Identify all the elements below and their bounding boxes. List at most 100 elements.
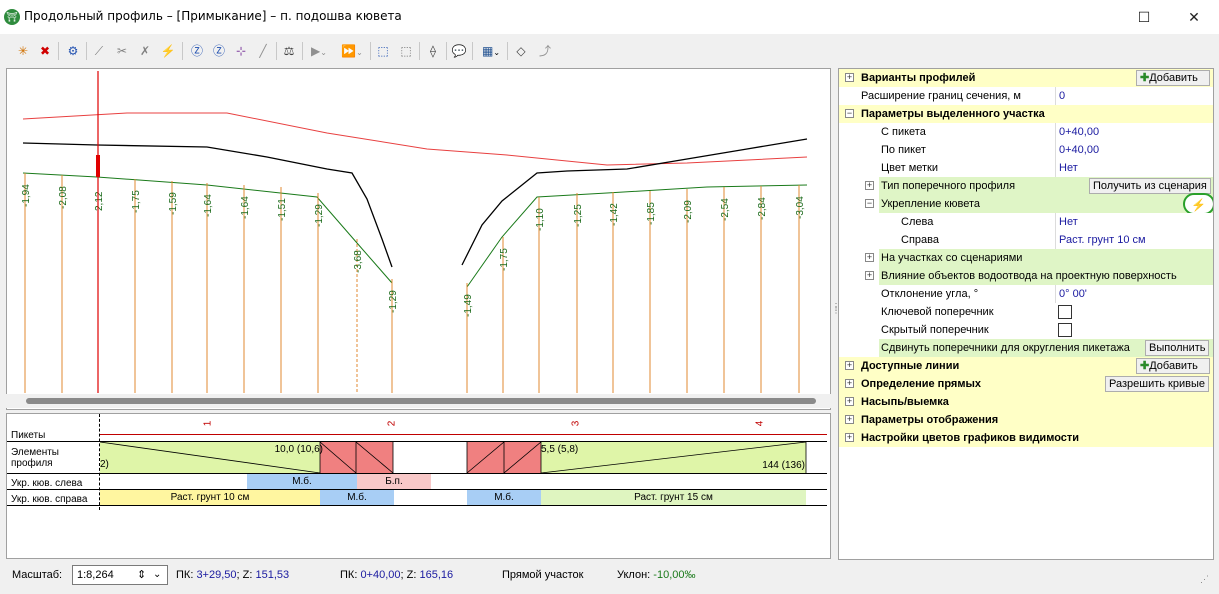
expand-icon[interactable]: +: [845, 433, 854, 442]
delete-point-button[interactable]: ✖: [36, 42, 54, 60]
delete-line-button[interactable]: ✗: [136, 42, 154, 60]
expand-icon[interactable]: +: [845, 397, 854, 406]
toolbar-separator: [182, 42, 183, 60]
prop-row-right[interactable]: Справа Раст. грунт 10 см: [839, 231, 1213, 249]
prop-row-ditch-reinforcement[interactable]: − Укрепление кювета ⚡: [839, 193, 1213, 215]
prop-row-section-expand[interactable]: Расширение границ сечения, м 0: [839, 87, 1213, 105]
profile-table[interactable]: Пикеты Элементы профиля Укр. кюв. слева …: [6, 413, 831, 559]
comment-button[interactable]: 💬: [450, 42, 468, 60]
prop-row-display-params[interactable]: + Параметры отображения: [839, 411, 1213, 429]
prop-row-profile-variants[interactable]: + Варианты профилей ✚Добавить: [839, 69, 1213, 87]
play-multi-button[interactable]: ⏩⌄: [337, 42, 367, 60]
prop-row-selected-params[interactable]: − Параметры выделенного участка: [839, 105, 1213, 123]
curve-button[interactable]: ⤴: [536, 42, 554, 60]
prop-row-visibility-colors[interactable]: + Настройки цветов графиков видимости: [839, 429, 1213, 447]
prop-value[interactable]: Нет: [1055, 159, 1213, 177]
vertex-z-icon: Ⓩ: [190, 44, 203, 58]
cut-line-button[interactable]: ✂: [113, 42, 131, 60]
key-cross-checkbox[interactable]: [1058, 305, 1072, 319]
prop-row-scenario-sections[interactable]: + На участках со сценариями: [839, 249, 1213, 267]
expand-icon[interactable]: +: [845, 361, 854, 370]
prop-row-straight-definition[interactable]: + Определение прямых Разрешить кривые: [839, 375, 1213, 393]
expand-icon[interactable]: +: [845, 73, 854, 82]
prop-value[interactable]: 0° 00': [1055, 285, 1213, 303]
resize-grip[interactable]: ⋰: [1200, 574, 1209, 585]
cursor-marker: [96, 155, 100, 177]
expand-icon[interactable]: +: [845, 379, 854, 388]
execute-button[interactable]: Выполнить: [1145, 340, 1210, 356]
right-ditch-segment[interactable]: Раст. грунт 15 см: [541, 490, 806, 505]
prop-row-available-lines[interactable]: + Доступные линии ✚Добавить: [839, 357, 1213, 375]
scale-combobox[interactable]: 1:8,264 ⇕ ⌄: [72, 565, 168, 585]
node-edit-button[interactable]: ⊹: [232, 42, 250, 60]
pen-button[interactable]: ╱: [254, 42, 272, 60]
prop-row-left[interactable]: Слева Нет: [839, 213, 1213, 231]
prop-row-drainage-influence[interactable]: + Влияние объектов водоотвода на проектн…: [839, 267, 1213, 285]
vertex-z-button[interactable]: Ⓩ: [188, 42, 206, 60]
line-tool-button[interactable]: ⟋: [90, 42, 108, 60]
prop-value[interactable]: 0+40,00: [1055, 123, 1213, 141]
left-ditch-segment[interactable]: М.б.: [247, 474, 357, 489]
right-ditch-segment[interactable]: М.б.: [467, 490, 541, 505]
prop-row-from-picket[interactable]: С пикета 0+40,00: [839, 123, 1213, 141]
spin-icon[interactable]: ⇕: [137, 566, 146, 584]
profile-canvas[interactable]: -1,94 -2,08 2,12 -1,75 -1,59 -1,64 -1,64 -1,51 -…: [6, 68, 831, 410]
prop-row-hidden-cross[interactable]: Скрытый поперечник: [839, 321, 1213, 339]
expand-icon[interactable]: +: [845, 415, 854, 424]
profile-settings-button[interactable]: ⚙: [64, 42, 82, 60]
expand-icon[interactable]: +: [865, 253, 874, 262]
export-button[interactable]: ▦⌄: [477, 42, 505, 60]
add-variant-button[interactable]: ✚Добавить: [1136, 70, 1210, 86]
lightning-icon: ⚡: [160, 44, 176, 58]
maximize-button[interactable]: ☐: [1131, 6, 1157, 28]
toolbar-separator: [86, 42, 87, 60]
add-line-button[interactable]: ✚Добавить: [1136, 358, 1210, 374]
chevron-down-icon[interactable]: ⌄: [153, 566, 161, 584]
collapse-icon[interactable]: −: [845, 109, 854, 118]
prop-value[interactable]: 0+40,00: [1055, 141, 1213, 159]
prop-row-fill-cut[interactable]: + Насыпь/выемка: [839, 393, 1213, 411]
properties-panel: + Варианты профилей ✚Добавить Расширение…: [838, 68, 1214, 560]
right-ditch-segment[interactable]: М.б.: [320, 490, 394, 505]
get-from-scenario-button[interactable]: Получить из сценария: [1089, 178, 1211, 194]
play-button[interactable]: ▶⌄: [306, 42, 332, 60]
toolbar-separator: [507, 42, 508, 60]
prop-row-key-cross[interactable]: Ключевой поперечник: [839, 303, 1213, 321]
prop-value[interactable]: Раст. грунт 10 см: [1055, 231, 1213, 249]
prop-value[interactable]: 0: [1055, 87, 1213, 105]
vertex-z2-button[interactable]: Ⓩ: [210, 42, 228, 60]
lightning-button-highlight[interactable]: ⚡: [1183, 193, 1213, 215]
vertical-splitter[interactable]: ⋮ ⋮: [832, 303, 840, 315]
balance-button[interactable]: ⚖: [280, 42, 298, 60]
left-ditch-segment[interactable]: Б.п.: [357, 474, 431, 489]
scrollbar-thumb[interactable]: [26, 398, 816, 404]
expand-icon[interactable]: +: [865, 271, 874, 280]
lightning-button[interactable]: ⚡: [159, 42, 177, 60]
prop-row-to-picket[interactable]: По пикет 0+40,00: [839, 141, 1213, 159]
diamond-button[interactable]: ◇: [512, 42, 530, 60]
add-point-button[interactable]: ✳: [14, 42, 32, 60]
prop-row-angle-deviation[interactable]: Отклонение угла, ° 0° 00': [839, 285, 1213, 303]
depth-label: -3,68: [353, 250, 364, 273]
ditch-line-green: [22, 172, 808, 288]
measure-button[interactable]: ⟠: [424, 42, 442, 60]
hidden-cross-checkbox[interactable]: [1058, 323, 1072, 337]
right-ditch-segment[interactable]: Раст. грунт 10 см: [100, 490, 320, 505]
select-frame2-button[interactable]: ⬚: [397, 42, 415, 60]
collapse-icon[interactable]: −: [865, 199, 874, 208]
prop-value[interactable]: Нет: [1055, 213, 1213, 231]
picket-tick: 2: [386, 420, 398, 427]
allow-curves-button[interactable]: Разрешить кривые: [1105, 376, 1209, 392]
prop-label: Справа: [901, 234, 939, 246]
prop-row-cross-profile-type[interactable]: + Тип поперечного профиля Получить из сц…: [839, 177, 1213, 195]
prop-label: Укрепление кювета: [879, 195, 1213, 213]
prop-row-mark-color[interactable]: Цвет метки Нет: [839, 159, 1213, 177]
prop-row-shift-cross[interactable]: Сдвинуть поперечники для округления пике…: [839, 339, 1213, 357]
horizontal-scrollbar[interactable]: [6, 394, 831, 408]
picket-axis: [100, 434, 827, 435]
depth-label: -1,64: [240, 196, 251, 219]
close-button[interactable]: ✕: [1181, 6, 1207, 28]
expand-icon[interactable]: +: [865, 181, 874, 190]
select-frame-button[interactable]: ⬚: [374, 42, 392, 60]
toolbar-separator: [58, 42, 59, 60]
